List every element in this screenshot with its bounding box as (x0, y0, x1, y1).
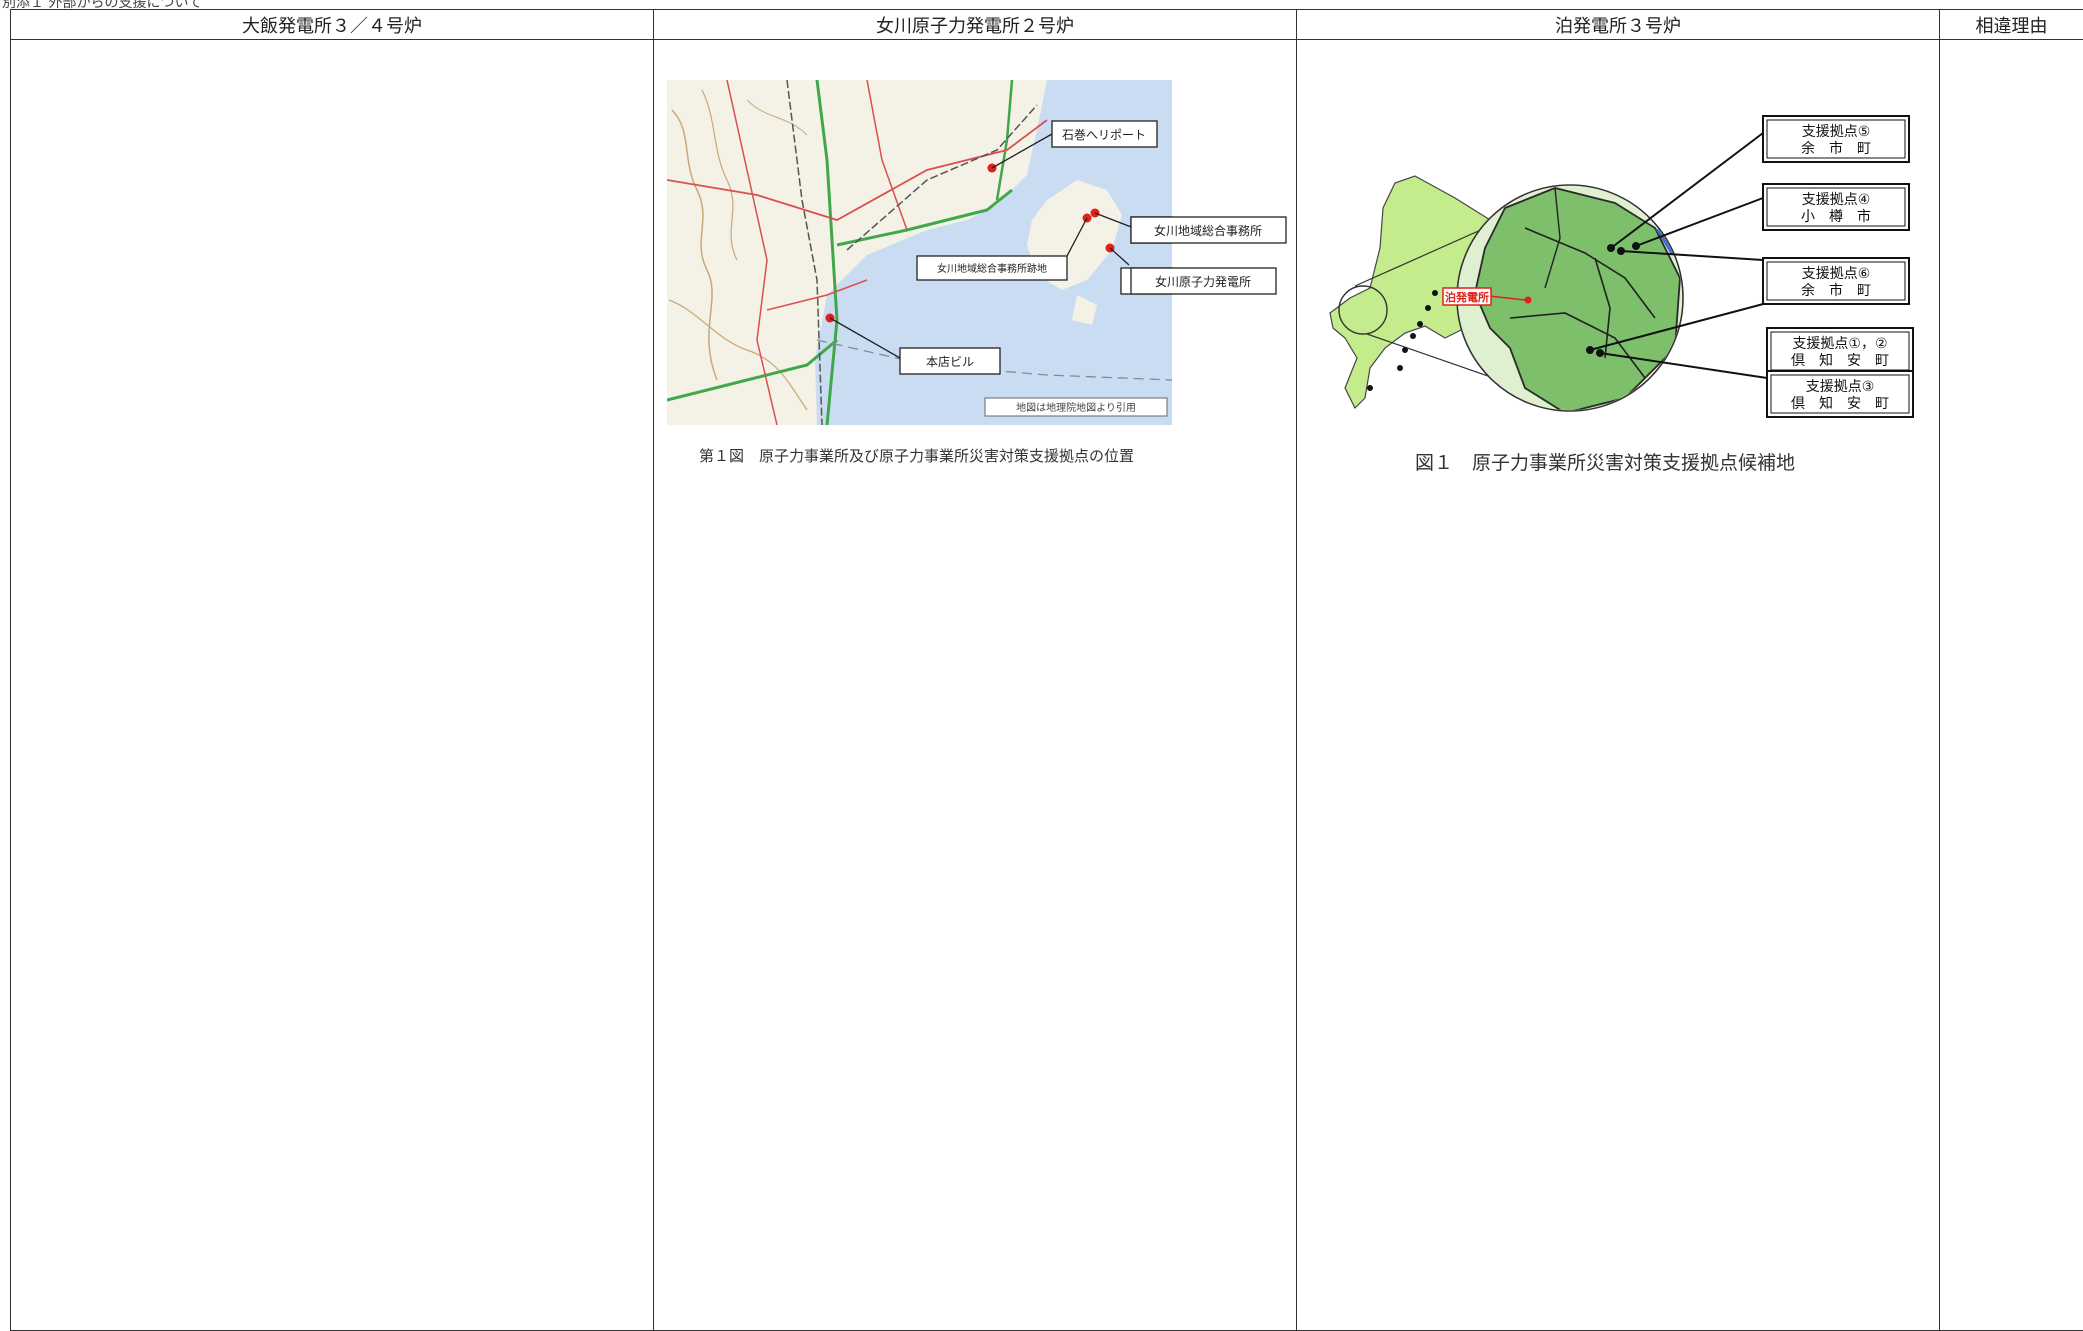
cell-onagawa: 石巻へリポート 女川地域総合事務所跡地 本店ビル 地図は地理院地図より引用 女川… (653, 39, 1297, 1331)
svg-text:本店ビル: 本店ビル (926, 355, 974, 369)
svg-text:支援拠点⑤: 支援拠点⑤ (1802, 124, 1871, 140)
header-onagawa: 女川原子力発電所２号炉 (653, 9, 1297, 40)
svg-text:女川地域総合事務所跡地: 女川地域総合事務所跡地 (937, 262, 1047, 275)
tomari-plant-marker (1524, 296, 1532, 304)
tomari-figure-caption: 図１ 原子力事業所災害対策支援拠点候補地 (1415, 452, 1796, 474)
svg-text:女川原子力発電所: 女川原子力発電所 (1155, 274, 1251, 289)
onagawa-figure-caption: 第１図 原子力事業所及び原子力事業所災害対策支援拠点の位置 (699, 447, 1135, 465)
svg-text:支援拠点①，②: 支援拠点①，② (1792, 336, 1887, 352)
svg-text:泊発電所: 泊発電所 (1445, 290, 1489, 304)
svg-text:余 市 町: 余 市 町 (1801, 282, 1871, 299)
callout-support-5: 支援拠点⑤ 余 市 町 (1762, 115, 1910, 163)
svg-text:余 市 町: 余 市 町 (1801, 140, 1871, 157)
svg-text:支援拠点⑥: 支援拠点⑥ (1802, 266, 1871, 282)
map-source-note: 地図は地理院地図より引用 (984, 397, 1168, 417)
cell-ohi (10, 39, 654, 1331)
onagawa-map-figure: 石巻へリポート 女川地域総合事務所跡地 本店ビル 地図は地理院地図より引用 (667, 80, 1172, 425)
callout-support-1-2: 支援拠点①，② 倶 知 安 町 (1766, 327, 1914, 375)
cell-tomari: 泊発電所 支援拠点⑤ 余 市 町 支援拠点④ 小 樽 市 支援拠点⑥ 余 市 町… (1296, 39, 1940, 1331)
svg-text:女川地域総合事務所: 女川地域総合事務所 (1154, 223, 1262, 238)
callout-support-6: 支援拠点⑥ 余 市 町 (1762, 257, 1910, 305)
svg-text:支援拠点③: 支援拠点③ (1806, 379, 1875, 395)
header-reason: 相違理由 (1939, 9, 2083, 40)
body-row: 石巻へリポート 女川地域総合事務所跡地 本店ビル 地図は地理院地図より引用 女川… (10, 39, 2083, 1331)
comparison-table: 大飯発電所３／４号炉 女川原子力発電所２号炉 泊発電所３号炉 相違理由 石巻へリ… (10, 9, 2083, 1331)
label-head-office: 本店ビル (899, 347, 1001, 375)
header-row: 大飯発電所３／４号炉 女川原子力発電所２号炉 泊発電所３号炉 相違理由 (10, 9, 2083, 40)
svg-text:支援拠点④: 支援拠点④ (1802, 192, 1871, 208)
label-ishinomaki-heliport: 石巻へリポート (1051, 120, 1158, 148)
svg-text:小 樽 市: 小 樽 市 (1801, 208, 1871, 225)
header-ohi: 大飯発電所３／４号炉 (10, 9, 654, 40)
svg-text:地図は地理院地図より引用: 地図は地理院地図より引用 (1016, 401, 1136, 414)
svg-text:倶 知 安 町: 倶 知 安 町 (1791, 395, 1889, 412)
svg-text:倶 知 安 町: 倶 知 安 町 (1791, 352, 1889, 369)
tomari-plant-label: 泊発電所 (1442, 287, 1492, 306)
header-tomari: 泊発電所３号炉 (1296, 9, 1940, 40)
label-onagawa-npp-text: 女川原子力発電所 (1130, 267, 1277, 295)
tomari-hokkaido-figure: 泊発電所 支援拠点⑤ 余 市 町 支援拠点④ 小 樽 市 支援拠点⑥ 余 市 町… (1329, 115, 1914, 418)
svg-text:石巻へリポート: 石巻へリポート (1062, 128, 1146, 142)
label-onagawa-office-site: 女川地域総合事務所跡地 (916, 255, 1068, 281)
onagawa-map-right-labels: 女川地域総合事務所 女川原子力発電所 (1130, 216, 1287, 295)
callout-support-4: 支援拠点④ 小 樽 市 (1762, 183, 1910, 231)
cell-reason (1939, 39, 2083, 1331)
label-onagawa-office-text: 女川地域総合事務所 (1130, 216, 1287, 244)
callout-support-3: 支援拠点③ 倶 知 安 町 (1766, 370, 1914, 418)
